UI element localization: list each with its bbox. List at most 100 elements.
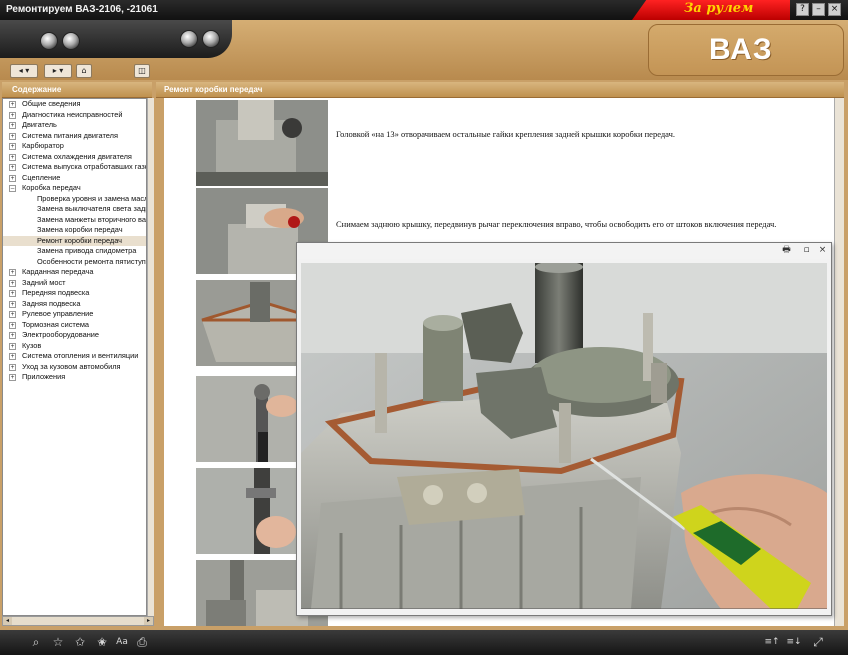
toc-item[interactable]: + Диагностика неисправностей (3, 110, 146, 121)
scroll-right-icon[interactable]: ▸ (144, 617, 153, 625)
toc-subitem[interactable]: Замена манжеты вторичного вал (3, 215, 146, 226)
toc-item-label: Уход за кузовом автомобиля (22, 361, 121, 371)
dial-icon (202, 30, 220, 48)
expand-icon[interactable]: + (9, 311, 16, 318)
content-header: Ремонт коробки передач (156, 82, 844, 98)
vaz-logo-text: ВАЗ (709, 33, 773, 66)
toc-subitem[interactable]: Ремонт коробки передач (3, 235, 146, 246)
toc-item[interactable]: + Уход за кузовом автомобиля (3, 362, 146, 373)
close-button[interactable]: × (828, 3, 841, 16)
toc-item[interactable]: + Задний мост (3, 278, 146, 289)
toc-item-label: Замена привода спидометра (37, 246, 137, 255)
toc-item[interactable]: + Сцепление (3, 173, 146, 184)
toc-item-label: Система отопления и вентиляции (22, 351, 139, 360)
toc-header: Содержание (2, 82, 152, 98)
expand-icon[interactable]: + (9, 279, 16, 287)
toc-item[interactable]: + Карбюратор (3, 141, 146, 152)
toc-item[interactable]: + Тормозная система (3, 320, 146, 331)
toc-item-label: Система выпуска отработавших газо (22, 162, 147, 171)
toc-item-label: Замена коробки передач (37, 225, 123, 234)
print-icon[interactable]: ⎙ (134, 634, 150, 650)
expand-icon[interactable]: + (9, 174, 16, 182)
toc-item[interactable]: + Рулевое управление (3, 309, 146, 320)
maximize-icon[interactable]: ▫ (801, 245, 812, 256)
search-icon[interactable]: ⌕ (28, 634, 44, 650)
expand-icon[interactable]: + (9, 374, 16, 381)
dial-icon (180, 30, 198, 48)
toc-item[interactable]: – Коробка передач (3, 183, 146, 194)
toc-item-label: Задний мост (22, 277, 66, 287)
close-icon[interactable]: × (817, 245, 828, 256)
expand-icon[interactable]: + (9, 300, 16, 308)
title-bar: Ремонтируем ВАЗ-2106, -21061 За рулем ? … (0, 0, 848, 20)
font-size-icon[interactable]: Aa (114, 634, 130, 650)
fullscreen-icon[interactable]: ⤢ (810, 634, 826, 650)
expand-icon[interactable]: + (9, 332, 16, 339)
forward-button[interactable]: ▸ ▾ (44, 64, 72, 78)
toc-item-label: Коробка передач (22, 183, 81, 192)
toc-item-label: Проверка уровня и замена масла (37, 193, 147, 203)
expand-icon[interactable]: + (9, 321, 16, 329)
toc-panel: Содержание + Общие сведения + Диагностика н… (0, 82, 154, 630)
scroll-left-icon[interactable]: ◂ (3, 617, 12, 625)
expand-icon[interactable]: + (9, 164, 16, 171)
print-icon[interactable]: 🖶 (781, 245, 792, 256)
brand-label: За рулем (684, 1, 754, 16)
toc-item[interactable]: + Кузов (3, 341, 146, 352)
home-button[interactable]: ⌂ (76, 64, 92, 78)
minimize-button[interactable]: – (812, 3, 825, 16)
toc-subitem[interactable]: Замена коробки передач (3, 225, 146, 236)
expand-icon[interactable]: + (9, 111, 16, 119)
pane-toggle-button[interactable]: ◫ (134, 64, 150, 78)
window-title: Ремонтируем ВАЗ-2106, -21061 (6, 4, 158, 15)
toc-item-label: Общие сведения (22, 99, 81, 108)
toc-item[interactable]: + Двигатель (3, 120, 146, 131)
toc-item[interactable]: + Передняя подвеска (3, 288, 146, 299)
bottom-toolbar: ⌕ ☆ ✩ ✬ Aa ⎙ ≡↑ ≡↓ ⤢ (0, 630, 848, 655)
toc-item-label: Кузов (22, 340, 42, 350)
toc-item[interactable]: + Система питания двигателя (3, 131, 146, 142)
toc-item[interactable]: + Система отопления и вентиляции (3, 351, 146, 362)
toc-subitem[interactable]: Замена привода спидометра (3, 246, 146, 257)
toc-item-label: Электрооборудование (22, 330, 100, 339)
toc-item[interactable]: + Карданная передача (3, 267, 146, 278)
toc-subitem[interactable]: Проверка уровня и замена масла (3, 194, 146, 205)
toc-scrollbar[interactable] (147, 98, 154, 616)
toc-item[interactable]: + Электрооборудование (3, 330, 146, 341)
expand-icon[interactable]: + (9, 153, 16, 161)
expand-icon[interactable]: + (9, 290, 16, 297)
expand-icon[interactable]: + (9, 101, 16, 108)
toc-item[interactable]: + Система выпуска отработавших газо (3, 162, 146, 173)
favorites-icon[interactable]: ✬ (94, 634, 110, 650)
expand-icon[interactable]: + (9, 122, 16, 129)
expand-icon[interactable]: + (9, 143, 16, 150)
toc-subitem[interactable]: Замена выключателя света задн (3, 204, 146, 215)
expand-icon[interactable]: + (9, 132, 16, 140)
toc-item[interactable]: + Задняя подвеска (3, 299, 146, 310)
toc-hscrollbar[interactable]: ◂ ▸ (2, 616, 154, 626)
help-button[interactable]: ? (796, 3, 809, 16)
toc-item-label: Приложения (22, 372, 66, 381)
toc-item-label: Двигатель (22, 120, 57, 129)
back-button[interactable]: ◂ ▾ (10, 64, 38, 78)
expand-icon[interactable]: + (9, 342, 16, 350)
content-scrollbar[interactable] (834, 98, 844, 626)
toc-item-label: Карданная передача (22, 267, 94, 276)
toc-item-label: Замена выключателя света задн (37, 204, 147, 213)
toc-item-label: Задняя подвеска (22, 298, 81, 308)
scroll-up-icon[interactable]: ≡↑ (764, 634, 780, 650)
thumbnail-image[interactable] (196, 100, 328, 186)
dial-icon (40, 32, 58, 50)
add-bookmark-icon[interactable]: ✩ (72, 634, 88, 650)
scroll-down-icon[interactable]: ≡↓ (786, 634, 802, 650)
toc-item[interactable]: + Приложения (3, 372, 146, 383)
expand-icon[interactable]: + (9, 269, 16, 276)
bookmark-icon[interactable]: ☆ (50, 634, 66, 650)
toc-item[interactable]: + Общие сведения (3, 99, 146, 110)
expand-icon[interactable]: + (9, 363, 16, 371)
expand-icon[interactable]: + (9, 353, 16, 360)
toc-item[interactable]: + Система охлаждения двигателя (3, 152, 146, 163)
toc-item-label: Рулевое управление (22, 309, 94, 318)
collapse-icon[interactable]: – (9, 185, 16, 192)
toc-subitem[interactable]: Особенности ремонта пятиступен (3, 257, 146, 268)
